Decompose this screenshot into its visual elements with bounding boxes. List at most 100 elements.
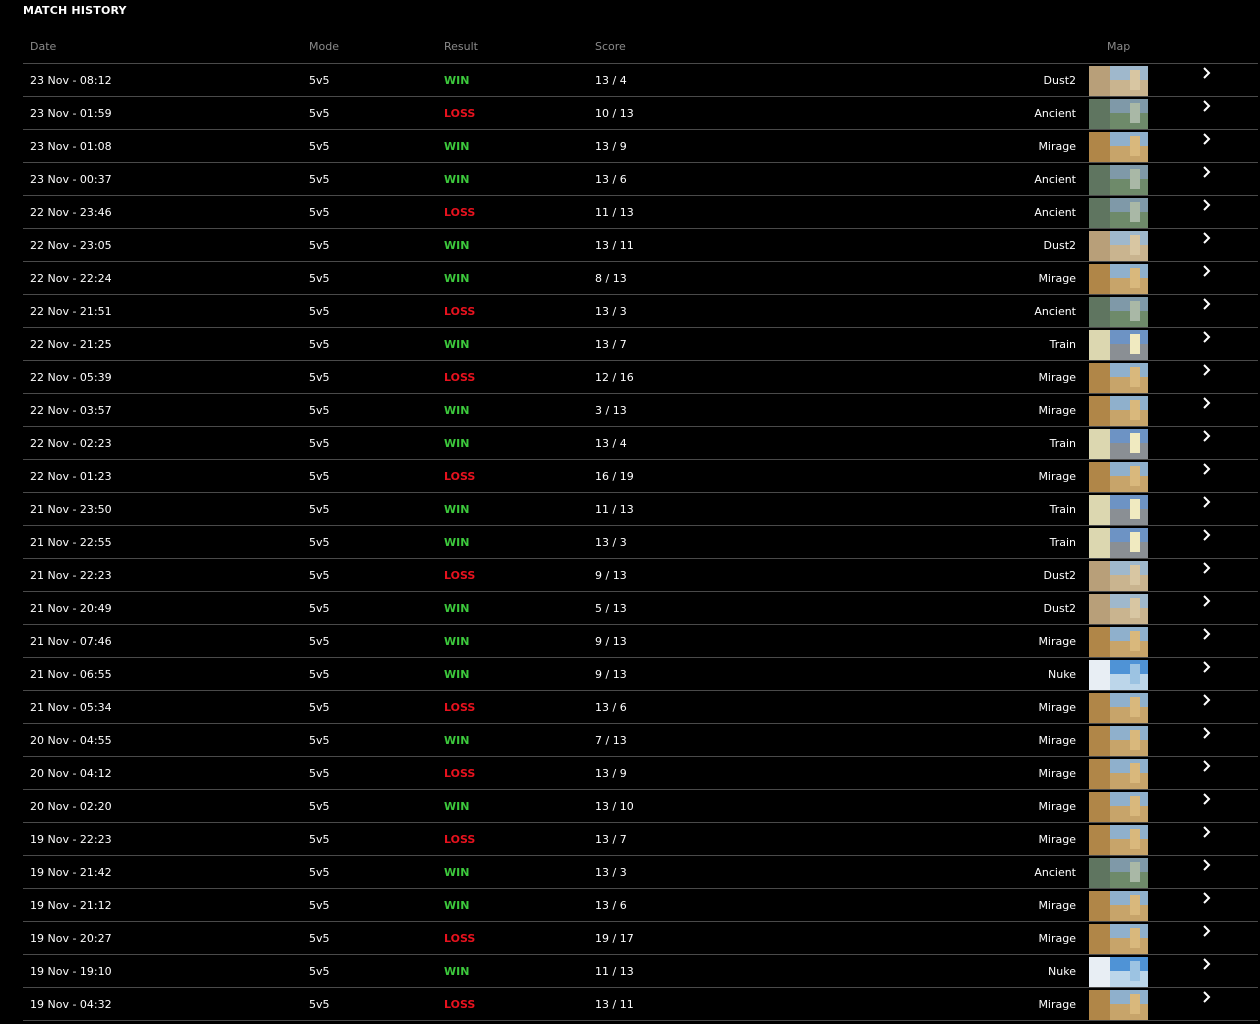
match-result: WIN bbox=[444, 239, 470, 252]
match-row[interactable]: 22 Nov - 05:39 5v5 LOSS 12 / 16 Mirage bbox=[23, 361, 1258, 394]
chevron-right-icon[interactable] bbox=[1201, 462, 1213, 476]
match-row[interactable]: 21 Nov - 22:55 5v5 WIN 13 / 3 Train bbox=[23, 526, 1258, 559]
map-name: Mirage bbox=[1038, 371, 1076, 384]
match-score: 13 / 4 bbox=[595, 437, 627, 450]
match-row[interactable]: 22 Nov - 03:57 5v5 WIN 3 / 13 Mirage bbox=[23, 394, 1258, 427]
chevron-right-icon[interactable] bbox=[1201, 429, 1213, 443]
map-name: Nuke bbox=[1048, 965, 1076, 978]
match-row[interactable]: 20 Nov - 04:12 5v5 LOSS 13 / 9 Mirage bbox=[23, 757, 1258, 790]
match-date: 22 Nov - 03:57 bbox=[30, 404, 112, 417]
match-score: 9 / 13 bbox=[595, 668, 627, 681]
match-row[interactable]: 19 Nov - 19:10 5v5 WIN 11 / 13 Nuke bbox=[23, 955, 1258, 988]
chevron-right-icon[interactable] bbox=[1201, 693, 1213, 707]
match-row[interactable]: 22 Nov - 23:05 5v5 WIN 13 / 11 Dust2 bbox=[23, 229, 1258, 262]
chevron-right-icon[interactable] bbox=[1201, 891, 1213, 905]
match-mode: 5v5 bbox=[309, 503, 330, 516]
match-mode: 5v5 bbox=[309, 206, 330, 219]
chevron-right-icon[interactable] bbox=[1201, 495, 1213, 509]
map-thumbnail bbox=[1089, 924, 1148, 954]
match-row[interactable]: 21 Nov - 22:23 5v5 LOSS 9 / 13 Dust2 bbox=[23, 559, 1258, 592]
match-date: 21 Nov - 05:34 bbox=[30, 701, 112, 714]
chevron-right-icon[interactable] bbox=[1201, 858, 1213, 872]
map-name: Mirage bbox=[1038, 800, 1076, 813]
map-thumbnail bbox=[1089, 627, 1148, 657]
map-name: Mirage bbox=[1038, 272, 1076, 285]
map-name: Dust2 bbox=[1043, 239, 1076, 252]
chevron-right-icon[interactable] bbox=[1201, 825, 1213, 839]
table-body: 23 Nov - 08:12 5v5 WIN 13 / 4 Dust2 23 Nov - … bbox=[23, 64, 1258, 1021]
match-date: 21 Nov - 23:50 bbox=[30, 503, 112, 516]
match-row[interactable]: 22 Nov - 22:24 5v5 WIN 8 / 13 Mirage bbox=[23, 262, 1258, 295]
map-name: Mirage bbox=[1038, 140, 1076, 153]
map-name: Train bbox=[1049, 437, 1076, 450]
match-mode: 5v5 bbox=[309, 305, 330, 318]
match-score: 13 / 11 bbox=[595, 239, 634, 252]
chevron-right-icon[interactable] bbox=[1201, 363, 1213, 377]
map-thumbnail bbox=[1089, 99, 1148, 129]
chevron-right-icon[interactable] bbox=[1201, 957, 1213, 971]
match-score: 5 / 13 bbox=[595, 602, 627, 615]
chevron-right-icon[interactable] bbox=[1201, 924, 1213, 938]
chevron-right-icon[interactable] bbox=[1201, 297, 1213, 311]
chevron-right-icon[interactable] bbox=[1201, 99, 1213, 113]
match-row[interactable]: 21 Nov - 23:50 5v5 WIN 11 / 13 Train bbox=[23, 493, 1258, 526]
map-name: Dust2 bbox=[1043, 74, 1076, 87]
chevron-right-icon[interactable] bbox=[1201, 759, 1213, 773]
match-date: 19 Nov - 21:12 bbox=[30, 899, 112, 912]
chevron-right-icon[interactable] bbox=[1201, 528, 1213, 542]
match-row[interactable]: 21 Nov - 07:46 5v5 WIN 9 / 13 Mirage bbox=[23, 625, 1258, 658]
chevron-right-icon[interactable] bbox=[1201, 330, 1213, 344]
match-row[interactable]: 19 Nov - 20:27 5v5 LOSS 19 / 17 Mirage bbox=[23, 922, 1258, 955]
chevron-right-icon[interactable] bbox=[1201, 561, 1213, 575]
match-row[interactable]: 22 Nov - 23:46 5v5 LOSS 11 / 13 Ancient bbox=[23, 196, 1258, 229]
match-result: WIN bbox=[444, 173, 470, 186]
chevron-right-icon[interactable] bbox=[1201, 792, 1213, 806]
chevron-right-icon[interactable] bbox=[1201, 231, 1213, 245]
match-mode: 5v5 bbox=[309, 173, 330, 186]
chevron-right-icon[interactable] bbox=[1201, 726, 1213, 740]
chevron-right-icon[interactable] bbox=[1201, 165, 1213, 179]
map-thumbnail bbox=[1089, 165, 1148, 195]
match-row[interactable]: 20 Nov - 04:55 5v5 WIN 7 / 13 Mirage bbox=[23, 724, 1258, 757]
match-row[interactable]: 20 Nov - 02:20 5v5 WIN 13 / 10 Mirage bbox=[23, 790, 1258, 823]
map-name: Mirage bbox=[1038, 767, 1076, 780]
chevron-right-icon[interactable] bbox=[1201, 132, 1213, 146]
match-row[interactable]: 22 Nov - 21:25 5v5 WIN 13 / 7 Train bbox=[23, 328, 1258, 361]
match-row[interactable]: 23 Nov - 00:37 5v5 WIN 13 / 6 Ancient bbox=[23, 163, 1258, 196]
match-mode: 5v5 bbox=[309, 998, 330, 1011]
match-row[interactable]: 19 Nov - 21:42 5v5 WIN 13 / 3 Ancient bbox=[23, 856, 1258, 889]
match-row[interactable]: 21 Nov - 06:55 5v5 WIN 9 / 13 Nuke bbox=[23, 658, 1258, 691]
match-row[interactable]: 22 Nov - 21:51 5v5 LOSS 13 / 3 Ancient bbox=[23, 295, 1258, 328]
match-row[interactable]: 22 Nov - 02:23 5v5 WIN 13 / 4 Train bbox=[23, 427, 1258, 460]
map-name: Ancient bbox=[1034, 173, 1076, 186]
chevron-right-icon[interactable] bbox=[1201, 660, 1213, 674]
chevron-right-icon[interactable] bbox=[1201, 396, 1213, 410]
chevron-right-icon[interactable] bbox=[1201, 627, 1213, 641]
match-score: 13 / 6 bbox=[595, 701, 627, 714]
match-score: 11 / 13 bbox=[595, 965, 634, 978]
column-header-map: Map bbox=[1107, 40, 1131, 53]
map-name: Train bbox=[1049, 338, 1076, 351]
match-row[interactable]: 23 Nov - 01:08 5v5 WIN 13 / 9 Mirage bbox=[23, 130, 1258, 163]
match-row[interactable]: 21 Nov - 05:34 5v5 LOSS 13 / 6 Mirage bbox=[23, 691, 1258, 724]
match-row[interactable]: 22 Nov - 01:23 5v5 LOSS 16 / 19 Mirage bbox=[23, 460, 1258, 493]
map-thumbnail bbox=[1089, 132, 1148, 162]
match-mode: 5v5 bbox=[309, 536, 330, 549]
match-score: 13 / 3 bbox=[595, 305, 627, 318]
match-result: WIN bbox=[444, 734, 470, 747]
match-row[interactable]: 19 Nov - 22:23 5v5 LOSS 13 / 7 Mirage bbox=[23, 823, 1258, 856]
chevron-right-icon[interactable] bbox=[1201, 264, 1213, 278]
map-name: Dust2 bbox=[1043, 602, 1076, 615]
match-date: 22 Nov - 21:51 bbox=[30, 305, 112, 318]
chevron-right-icon[interactable] bbox=[1201, 66, 1213, 80]
match-row[interactable]: 23 Nov - 01:59 5v5 LOSS 10 / 13 Ancient bbox=[23, 97, 1258, 130]
chevron-right-icon[interactable] bbox=[1201, 990, 1213, 1004]
match-row[interactable]: 19 Nov - 21:12 5v5 WIN 13 / 6 Mirage bbox=[23, 889, 1258, 922]
chevron-right-icon[interactable] bbox=[1201, 198, 1213, 212]
match-result: WIN bbox=[444, 338, 470, 351]
match-row[interactable]: 19 Nov - 04:32 5v5 LOSS 13 / 11 Mirage bbox=[23, 988, 1258, 1021]
match-row[interactable]: 21 Nov - 20:49 5v5 WIN 5 / 13 Dust2 bbox=[23, 592, 1258, 625]
chevron-right-icon[interactable] bbox=[1201, 594, 1213, 608]
match-mode: 5v5 bbox=[309, 338, 330, 351]
match-row[interactable]: 23 Nov - 08:12 5v5 WIN 13 / 4 Dust2 bbox=[23, 64, 1258, 97]
